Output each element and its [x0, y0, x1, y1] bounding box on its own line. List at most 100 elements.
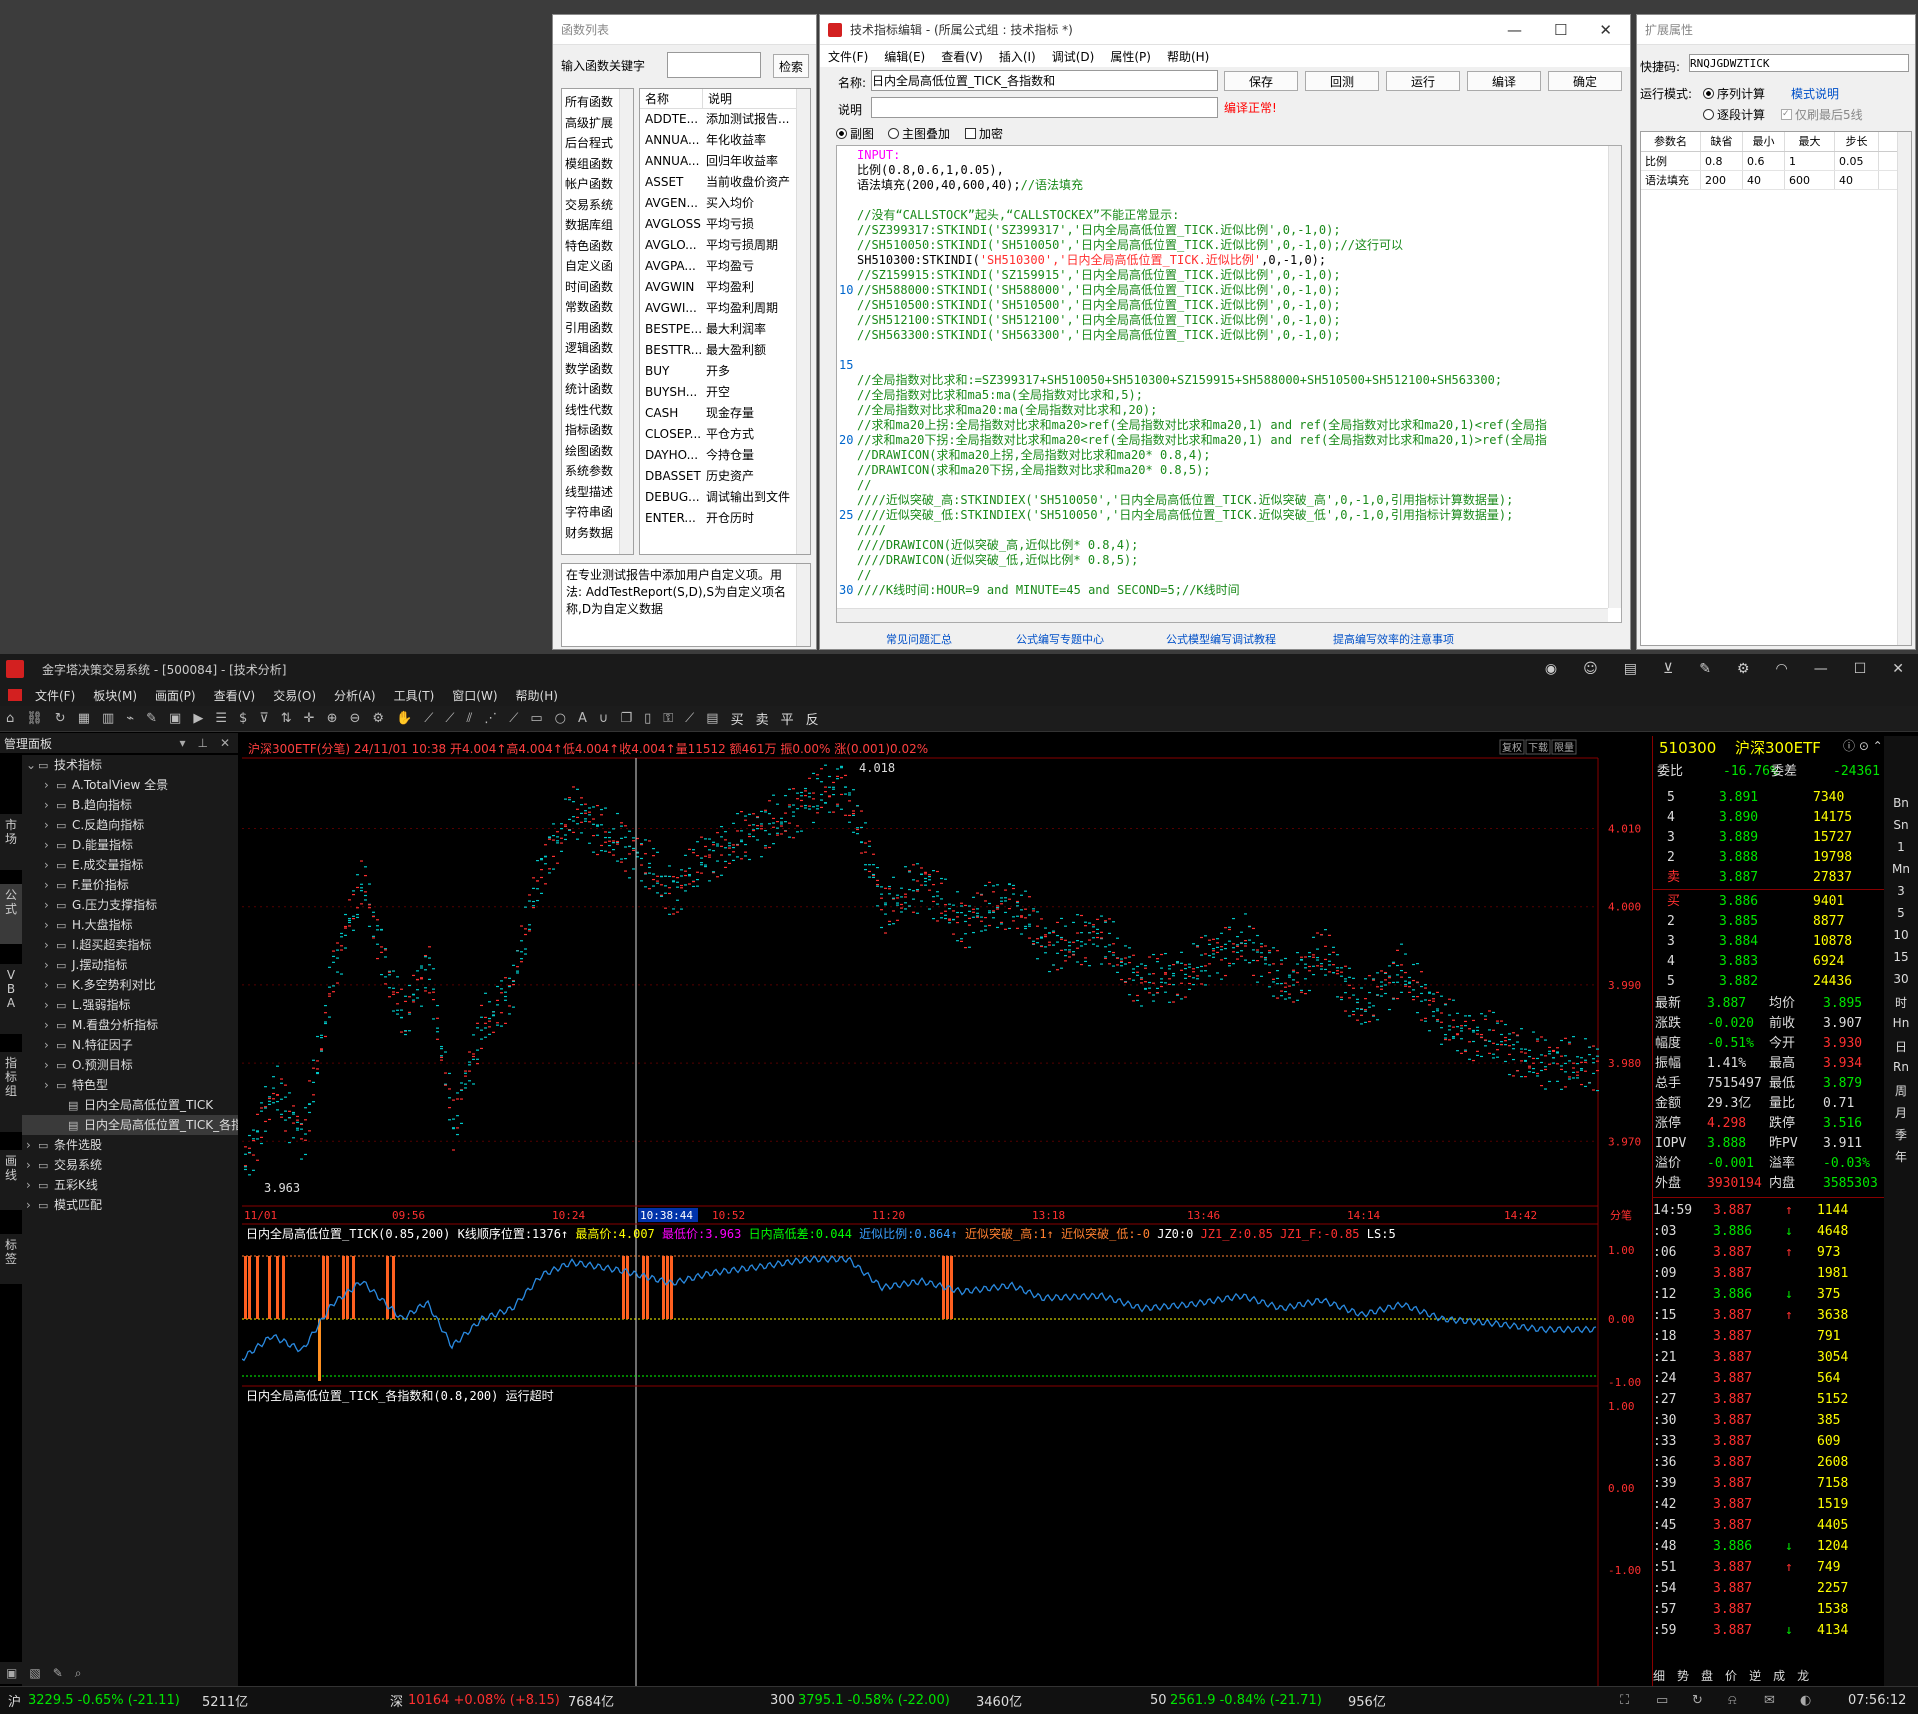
category-item[interactable]: 时间函数: [562, 277, 619, 298]
trash-icon[interactable]: ▯: [638, 711, 657, 726]
function-table[interactable]: 名称 说明 ADDTE... 添加测试报告... ANNUA... 年化收益率 ANNU…: [639, 88, 811, 555]
quote-tab[interactable]: 成: [1773, 1666, 1785, 1686]
vertical-tab[interactable]: 市 场: [0, 814, 22, 870]
category-item[interactable]: 逻辑函数: [562, 338, 619, 359]
period-tab[interactable]: 日: [1886, 1038, 1916, 1055]
period-tab[interactable]: 1: [1886, 840, 1916, 854]
vertical-tab[interactable]: 公 式: [0, 884, 22, 944]
channel-icon[interactable]: ⫽: [460, 711, 478, 726]
category-item[interactable]: 统计函数: [562, 379, 619, 400]
trade-button[interactable]: 买: [725, 709, 750, 728]
period-tab[interactable]: Mn: [1886, 862, 1916, 876]
main-overlay-radio[interactable]: 主图叠加: [888, 125, 950, 142]
formula-tree[interactable]: ⌄ ▭ 技术指标 › ▭ A.TotalView 全景 › ▭ B.趋向指标 › ▭ C.反趋向指标 ›…: [22, 755, 238, 1686]
period-tab[interactable]: 年: [1886, 1148, 1916, 1165]
function-row[interactable]: BESTPE... 最大利润率: [640, 319, 796, 340]
param-cell[interactable]: 比例: [1641, 152, 1701, 170]
settings-icon[interactable]: ⚙: [1737, 661, 1750, 677]
param-cell[interactable]: 1: [1785, 152, 1835, 170]
chart-button[interactable]: 限量: [1554, 742, 1574, 754]
sort-icon[interactable]: ⇅: [275, 711, 298, 726]
minimize-icon[interactable]: —: [1507, 21, 1522, 39]
vertical-tab[interactable]: V B A: [0, 964, 22, 1034]
period-tab[interactable]: 10: [1886, 928, 1916, 942]
encrypt-checkbox[interactable]: 加密: [965, 125, 1003, 142]
bell-icon[interactable]: ⌁: [120, 711, 140, 726]
tree-node[interactable]: › ▭ L.强弱指标: [22, 995, 238, 1015]
import-icon[interactable]: ▧: [29, 1666, 40, 1680]
help-link[interactable]: 公式模型编写调试教程: [1166, 631, 1276, 647]
function-row[interactable]: ANNUA... 回归年收益率: [640, 151, 796, 172]
vertical-tab[interactable]: 指 标 组: [0, 1052, 22, 1132]
editor-menu-item[interactable]: 查看(V): [933, 48, 991, 65]
layout-icon[interactable]: ▣: [163, 711, 187, 726]
category-item[interactable]: 引用函数: [562, 318, 619, 339]
editor-menu-item[interactable]: 调试(D): [1044, 48, 1103, 65]
help-link[interactable]: 常见问题汇总: [886, 631, 952, 647]
filter-icon[interactable]: ⊽: [253, 711, 275, 726]
category-item[interactable]: 模组函数: [562, 154, 619, 175]
function-row[interactable]: BESTTR... 最大盈利额: [640, 340, 796, 361]
function-row[interactable]: BUYSH... 开空: [640, 382, 796, 403]
editor-button[interactable]: 保存: [1224, 71, 1298, 91]
category-item[interactable]: 自定义函: [562, 256, 619, 277]
period-tab[interactable]: 15: [1886, 950, 1916, 964]
trade-button[interactable]: 平: [775, 709, 800, 728]
sequence-calc-radio[interactable]: 序列计算: [1703, 85, 1765, 102]
list-icon[interactable]: ☰: [209, 711, 233, 726]
minimize-icon[interactable]: —: [1814, 661, 1828, 677]
refresh-icon[interactable]: ↻: [49, 711, 72, 726]
headset-icon[interactable]: ◠: [1775, 661, 1787, 677]
chart-area[interactable]: 沪深300ETF(分笔) 24/11/01 10:38 开4.004↑高4.00…: [242, 736, 1650, 1686]
function-row[interactable]: ANNUA... 年化收益率: [640, 130, 796, 151]
tree-node[interactable]: ▤ 日内全局高低位置_TICK_各指: [22, 1115, 238, 1135]
period-tab[interactable]: Bn: [1886, 796, 1916, 810]
function-row[interactable]: ENTER... 开仓历时: [640, 508, 796, 529]
tree-node[interactable]: ⌄ ▭ 技术指标: [22, 755, 238, 775]
period-tab[interactable]: 季: [1886, 1126, 1916, 1143]
chart-svg[interactable]: 沪深300ETF(分笔) 24/11/01 10:38 开4.004↑高4.00…: [242, 736, 1650, 1686]
param-cell[interactable]: 600: [1785, 171, 1835, 189]
brush-icon[interactable]: ⟋: [503, 711, 524, 726]
tree-node[interactable]: › ▭ M.看盘分析指标: [22, 1015, 238, 1035]
param-cell[interactable]: 200: [1701, 171, 1743, 189]
magnet-icon[interactable]: ∪: [593, 711, 615, 726]
tree-node[interactable]: › ▭ 条件选股: [22, 1135, 238, 1155]
tree-node[interactable]: › ▭ B.趋向指标: [22, 795, 238, 815]
col-name-header[interactable]: 名称: [640, 89, 703, 108]
network-icon[interactable]: ⛶: [1620, 1693, 1629, 1708]
tree-node[interactable]: › ▭ 特色型: [22, 1075, 238, 1095]
chart-button[interactable]: 复权: [1502, 741, 1522, 754]
category-item[interactable]: 特色函数: [562, 236, 619, 257]
tree-node[interactable]: › ▭ A.TotalView 全景: [22, 775, 238, 795]
code-editor[interactable]: 101520253035 INPUT:比例(0.8,0.6,1,0.05),语法…: [836, 145, 1622, 623]
tree-node[interactable]: › ▭ K.多空势利对比: [22, 975, 238, 995]
gear-icon[interactable]: ⚙: [366, 711, 390, 726]
category-item[interactable]: 数据库组: [562, 215, 619, 236]
document-icon[interactable]: ▤: [1624, 661, 1637, 677]
play-icon[interactable]: ▶: [187, 711, 209, 726]
function-row[interactable]: AVGPA... 平均盈亏: [640, 256, 796, 277]
text-icon[interactable]: A: [572, 711, 593, 726]
editor-button[interactable]: 回测: [1305, 71, 1379, 91]
function-row[interactable]: AVGWI... 平均盈利周期: [640, 298, 796, 319]
category-item[interactable]: 常数函数: [562, 297, 619, 318]
editor-menu-item[interactable]: 帮助(H): [1159, 48, 1217, 65]
dollar-icon[interactable]: $: [233, 711, 253, 726]
main-menu-item[interactable]: 交易(O): [264, 687, 325, 704]
function-row[interactable]: DAYHO... 今持仓量: [640, 445, 796, 466]
period-tab[interactable]: 5: [1886, 906, 1916, 920]
editor-button[interactable]: 运行: [1386, 71, 1460, 91]
period-tab[interactable]: 3: [1886, 884, 1916, 898]
code-scrollbar[interactable]: [1608, 146, 1621, 608]
tree-node[interactable]: › ▭ H.大盘指标: [22, 915, 238, 935]
category-item[interactable]: 数学函数: [562, 359, 619, 380]
trade-button[interactable]: 卖: [750, 709, 775, 728]
param-cell[interactable]: 语法填充: [1641, 171, 1701, 189]
function-row[interactable]: AVGLO... 平均亏损周期: [640, 235, 796, 256]
pen-icon[interactable]: ✎: [140, 711, 163, 726]
message-icon[interactable]: ✉: [1764, 1693, 1775, 1708]
category-item[interactable]: 线型描述: [562, 482, 619, 503]
editor-button[interactable]: 编译: [1467, 71, 1541, 91]
param-scrollbar[interactable]: [1897, 132, 1911, 645]
